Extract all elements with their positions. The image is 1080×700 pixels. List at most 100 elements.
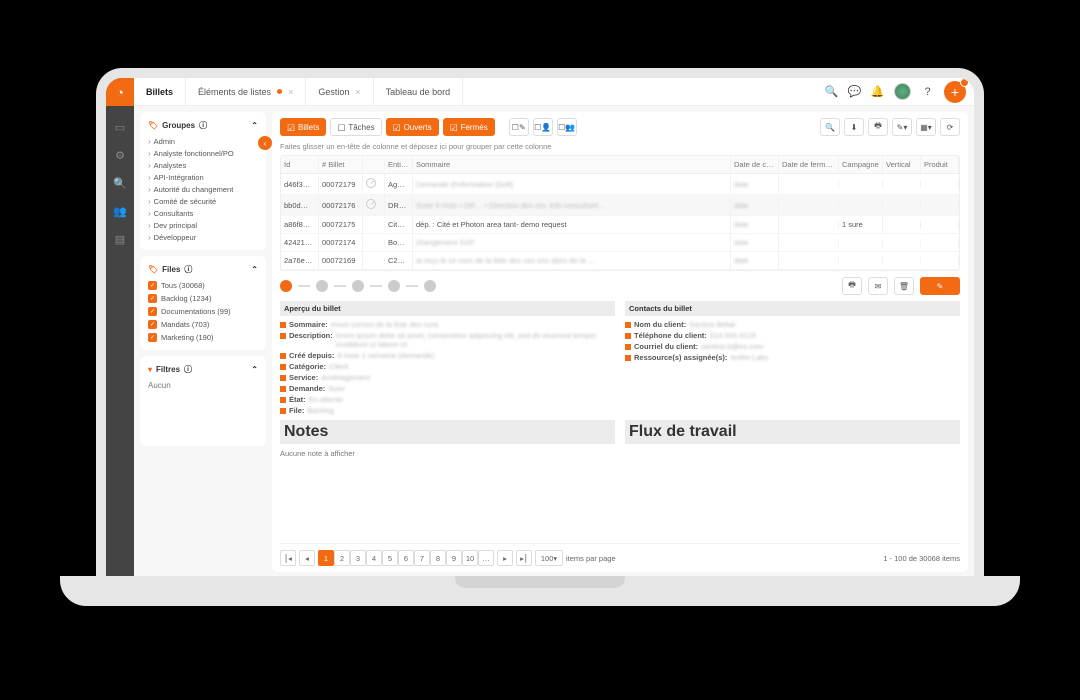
pager-page[interactable]: … bbox=[478, 550, 494, 566]
step-dot[interactable] bbox=[280, 280, 292, 292]
toolbar-edit-button[interactable]: ✎▾ bbox=[892, 118, 912, 136]
grid-column-header[interactable]: Produit bbox=[921, 156, 959, 173]
table-row[interactable]: 42421…00072174Bo…changement SVPdate bbox=[281, 234, 959, 252]
chevron-up-icon[interactable]: ⌃ bbox=[251, 265, 258, 274]
table-row[interactable]: bb0d…00072176DR…Suite 3 mois • DR… • Dir… bbox=[281, 195, 959, 216]
nav-archive-icon[interactable]: ▤ bbox=[113, 232, 127, 246]
filter-ouverts[interactable]: Ouverts bbox=[386, 118, 439, 136]
pager-prev[interactable]: ◂ bbox=[299, 550, 315, 566]
detail-row: Sommaire:envoi correct de la liste des r… bbox=[280, 319, 615, 330]
badge bbox=[960, 78, 969, 87]
status-steps: 🖶 ✉ 🗑 ✎ bbox=[280, 277, 960, 295]
preview-edit-button[interactable]: ✎ bbox=[920, 277, 960, 295]
nav-gear-icon[interactable]: ⚙ bbox=[113, 148, 127, 162]
group-item[interactable]: Consultants bbox=[148, 209, 258, 218]
mode-b[interactable]: ☐👤 bbox=[533, 118, 553, 136]
group-item[interactable]: Comité de sécurité bbox=[148, 197, 258, 206]
filter-billets[interactable]: Billets bbox=[280, 118, 326, 136]
tab-dot-icon bbox=[277, 89, 282, 94]
chevron-up-icon[interactable]: ⌃ bbox=[251, 121, 258, 130]
file-item[interactable]: ✓Backlog (1234) bbox=[148, 294, 258, 303]
panel-title: Groupes bbox=[162, 121, 195, 130]
table-row[interactable]: a86f8…00072175Cit…dép. : Cité et Photon … bbox=[281, 216, 959, 234]
step-dot[interactable] bbox=[388, 280, 400, 292]
group-item[interactable]: Dev principal bbox=[148, 221, 258, 230]
chevron-up-icon[interactable]: ⌃ bbox=[251, 365, 258, 374]
grid-column-header[interactable]: Campagne bbox=[839, 156, 883, 173]
nav-users-icon[interactable]: 👥 bbox=[113, 204, 127, 218]
info-icon[interactable]: ⓘ bbox=[184, 264, 192, 275]
pager-page[interactable]: 10 bbox=[462, 550, 478, 566]
pager-page[interactable]: 6 bbox=[398, 550, 414, 566]
grid-column-header[interactable]: Sommaire bbox=[413, 156, 731, 173]
group-item[interactable]: API-Intégration bbox=[148, 173, 258, 182]
step-dot[interactable] bbox=[424, 280, 436, 292]
tab-billets[interactable]: Billets bbox=[134, 78, 186, 105]
group-item[interactable]: Analyste fonctionnel/PO bbox=[148, 149, 258, 158]
grid-column-header[interactable]: Enti… bbox=[385, 156, 413, 173]
bell-icon[interactable]: 🔔 bbox=[871, 85, 884, 98]
tag-icon: 🏷 bbox=[148, 265, 158, 274]
pager-next[interactable]: ▸ bbox=[497, 550, 513, 566]
tab-label: Éléments de listes bbox=[198, 87, 271, 97]
pager-page[interactable]: 2 bbox=[334, 550, 350, 566]
pager-size[interactable]: 100 ▾ bbox=[535, 550, 563, 566]
mode-c[interactable]: ☐👥 bbox=[557, 118, 577, 136]
pager-page[interactable]: 7 bbox=[414, 550, 430, 566]
group-item[interactable]: Admin bbox=[148, 137, 258, 146]
nav-briefcase-icon[interactable]: ▭ bbox=[113, 120, 127, 134]
preview-print-button[interactable]: 🖶 bbox=[842, 277, 862, 295]
filter-fermes[interactable]: Fermés bbox=[443, 118, 495, 136]
pager-page[interactable]: 1 bbox=[318, 550, 334, 566]
group-item[interactable]: Autorité du changement bbox=[148, 185, 258, 194]
file-item[interactable]: ✓Tous (30068) bbox=[148, 281, 258, 290]
grid-column-header[interactable]: Date de cré… bbox=[731, 156, 779, 173]
preview-mail-button[interactable]: ✉ bbox=[868, 277, 888, 295]
tab-elements[interactable]: Éléments de listes × bbox=[186, 78, 306, 105]
file-item[interactable]: ✓Marketing (190) bbox=[148, 333, 258, 342]
toolbar-search-button[interactable]: 🔍 bbox=[820, 118, 840, 136]
toolbar-download-button[interactable]: ⬇ bbox=[844, 118, 864, 136]
toolbar-refresh-button[interactable]: ⟳ bbox=[940, 118, 960, 136]
step-dot[interactable] bbox=[352, 280, 364, 292]
pager-first[interactable]: ⎮◂ bbox=[280, 550, 296, 566]
app-logo[interactable]: ◔ bbox=[106, 78, 134, 106]
close-icon[interactable]: × bbox=[355, 87, 360, 97]
filter-taches[interactable]: Tâches bbox=[330, 118, 381, 136]
chat-icon[interactable]: 💬 bbox=[848, 85, 861, 98]
help-icon[interactable]: ? bbox=[921, 85, 934, 98]
nav-search-icon[interactable]: 🔍 bbox=[113, 176, 127, 190]
tab-gestion[interactable]: Gestion× bbox=[306, 78, 373, 105]
collapse-panels-button[interactable]: ‹ bbox=[258, 136, 272, 150]
table-row[interactable]: d46f3…00072179Ag…Demande d'information [… bbox=[281, 174, 959, 195]
info-icon[interactable]: ⓘ bbox=[199, 120, 207, 131]
grid-column-header[interactable]: Date de fermeture bbox=[779, 156, 839, 173]
table-row[interactable]: 2a76e…00072169C2…ai reçu le ce nom de la… bbox=[281, 252, 959, 270]
toolbar-columns-button[interactable]: ▦▾ bbox=[916, 118, 936, 136]
grid-column-header[interactable]: # Billet bbox=[319, 156, 363, 173]
close-icon[interactable]: × bbox=[288, 87, 293, 97]
mode-a[interactable]: ☐✎ bbox=[509, 118, 529, 136]
toolbar-print-button[interactable]: 🖶 bbox=[868, 118, 888, 136]
pager-page[interactable]: 5 bbox=[382, 550, 398, 566]
avatar[interactable] bbox=[894, 83, 911, 100]
grid-column-header[interactable]: Vertical bbox=[883, 156, 921, 173]
group-item[interactable]: Développeur bbox=[148, 233, 258, 242]
search-icon[interactable]: 🔍 bbox=[825, 85, 838, 98]
pager-page[interactable]: 9 bbox=[446, 550, 462, 566]
grid-column-header[interactable]: Id bbox=[281, 156, 319, 173]
file-item[interactable]: ✓Mandats (703) bbox=[148, 320, 258, 329]
grid-column-header[interactable] bbox=[363, 161, 385, 169]
pager-page[interactable]: 4 bbox=[366, 550, 382, 566]
group-item[interactable]: Analystes bbox=[148, 161, 258, 170]
ticket-detail: Aperçu du billet Sommaire:envoi correct … bbox=[280, 301, 960, 416]
add-button[interactable]: + bbox=[944, 81, 966, 103]
pager-page[interactable]: 3 bbox=[350, 550, 366, 566]
tab-dashboard[interactable]: Tableau de bord bbox=[374, 78, 464, 105]
info-icon[interactable]: ⓘ bbox=[184, 364, 192, 375]
preview-trash-button[interactable]: 🗑 bbox=[894, 277, 914, 295]
file-item[interactable]: ✓Documentations (99) bbox=[148, 307, 258, 316]
pager-page[interactable]: 8 bbox=[430, 550, 446, 566]
step-dot[interactable] bbox=[316, 280, 328, 292]
pager-last[interactable]: ▸⎮ bbox=[516, 550, 532, 566]
